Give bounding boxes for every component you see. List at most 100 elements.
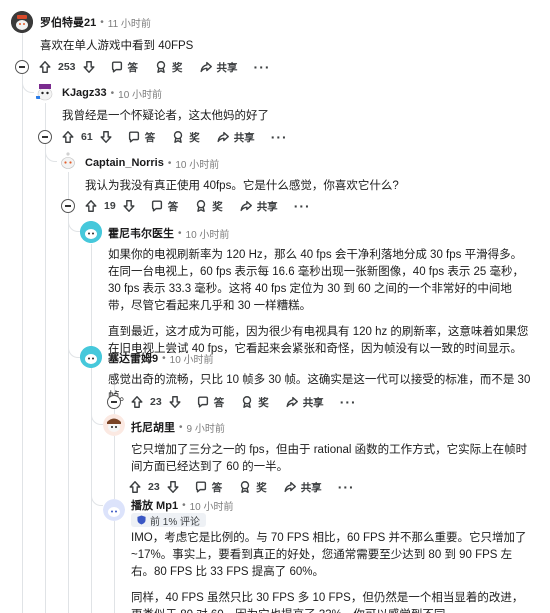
timestamp[interactable]: 10 小时前 (186, 226, 230, 241)
author-name[interactable]: 播放 Mp1 (131, 497, 178, 513)
avatar[interactable] (34, 81, 56, 103)
share-button[interactable]: 共享 (285, 395, 324, 410)
author-name[interactable]: 罗伯特曼21 (40, 14, 96, 30)
award-label: 奖 (256, 481, 267, 494)
comment-actions: 23 答 奖 共享 ··· (130, 392, 357, 412)
upvote-icon[interactable] (128, 480, 142, 494)
vote-group: 253 (38, 60, 96, 74)
vote-count: 23 (150, 396, 162, 408)
avatar[interactable] (103, 499, 125, 521)
award-icon (238, 480, 252, 494)
avatar[interactable] (57, 150, 79, 172)
share-icon (199, 60, 213, 74)
more-options-button[interactable]: ··· (338, 479, 355, 495)
timestamp[interactable]: 11 小时前 (108, 15, 151, 30)
reply-label: 答 (144, 131, 156, 144)
author-name[interactable]: 塞达雷姆9 (108, 350, 158, 366)
share-label: 共享 (216, 61, 238, 74)
avatar[interactable] (103, 414, 125, 436)
reply-button[interactable]: 答 (194, 480, 222, 495)
timestamp[interactable]: 10 小时前 (170, 351, 214, 366)
award-button[interactable]: 奖 (194, 199, 223, 214)
comment-paragraph: 它只增加了三分之一的 fps，但由于 rational 函数的工作方式，它实际上… (131, 444, 528, 473)
collapse-icon[interactable] (38, 130, 52, 144)
award-button[interactable]: 奖 (240, 395, 269, 410)
timestamp[interactable]: 10 小时前 (175, 156, 219, 171)
collapse-icon[interactable] (107, 395, 121, 409)
vote-count: 253 (58, 61, 76, 73)
separator-dot: • (100, 16, 104, 28)
comment-body: IMO，考虑它是比例的。与 70 FPS 相比，60 FPS 并不那么重要。它只… (131, 530, 531, 613)
timestamp[interactable]: 9 小时前 (187, 420, 225, 435)
thread-line[interactable] (68, 172, 69, 613)
award-label: 奖 (258, 396, 269, 409)
timestamp[interactable]: 10 小时前 (190, 498, 234, 513)
share-icon (216, 130, 230, 144)
reply-icon (150, 199, 164, 213)
award-icon (240, 395, 254, 409)
thread-line[interactable] (22, 33, 23, 613)
comment-body: 它只增加了三分之一的 fps，但由于 rational 函数的工作方式，它实际上… (131, 442, 531, 476)
top-commenter-badge: 前 1% 评论 (131, 513, 207, 528)
collapse-icon[interactable] (61, 199, 75, 213)
comment-meta: 塞达雷姆9 • 10 小时前 (108, 350, 214, 366)
separator-dot: • (162, 352, 166, 364)
thread-line[interactable] (45, 103, 46, 613)
reply-button[interactable]: 答 (150, 199, 178, 214)
comment-meta: 罗伯特曼21 • 11 小时前 (40, 14, 151, 30)
comment-paragraph: 我认为我没有真正使用 40fps。它是什么感觉，你喜欢它什么? (85, 180, 399, 192)
upvote-icon[interactable] (84, 199, 98, 213)
downvote-icon[interactable] (122, 199, 136, 213)
badge-label: 前 1% 评论 (150, 516, 201, 528)
share-button[interactable]: 共享 (239, 199, 278, 214)
author-name[interactable]: 托尼胡里 (131, 419, 175, 435)
avatar[interactable] (80, 221, 102, 243)
separator-dot: • (182, 499, 186, 511)
more-options-button[interactable]: ··· (294, 198, 311, 214)
share-icon (283, 480, 297, 494)
comment-paragraph: IMO，考虑它是比例的。与 70 FPS 相比，60 FPS 并不那么重要。它只… (131, 532, 527, 578)
award-button[interactable]: 奖 (171, 130, 200, 145)
share-button[interactable]: 共享 (283, 480, 322, 495)
upvote-icon[interactable] (38, 60, 52, 74)
reply-button[interactable]: 答 (127, 130, 156, 145)
author-name[interactable]: Captain_Norris (85, 157, 164, 169)
reply-icon (196, 395, 210, 409)
author-name[interactable]: 霍尼韦尔医生 (108, 225, 174, 241)
avatar[interactable] (80, 346, 102, 368)
thread-line[interactable] (91, 244, 92, 613)
collapse-icon[interactable] (15, 60, 29, 74)
reply-button[interactable]: 答 (110, 60, 138, 75)
award-button[interactable]: 奖 (154, 60, 183, 75)
downvote-icon[interactable] (168, 395, 182, 409)
share-icon (239, 199, 253, 213)
avatar[interactable] (11, 11, 33, 33)
upvote-icon[interactable] (130, 395, 144, 409)
comment-meta: 霍尼韦尔医生 • 10 小时前 (108, 225, 230, 241)
more-options-button[interactable]: ··· (340, 394, 357, 410)
share-button[interactable]: 共享 (199, 60, 238, 75)
snoo-avatar-icon (80, 346, 102, 368)
downvote-icon[interactable] (166, 480, 180, 494)
author-name[interactable]: KJagz33 (62, 87, 107, 99)
snoo-avatar-icon (57, 150, 79, 172)
award-label: 奖 (212, 200, 223, 213)
comment-actions: 23 答 奖 共享 ··· (128, 477, 355, 497)
share-label: 共享 (256, 200, 278, 213)
downvote-icon[interactable] (99, 130, 113, 144)
more-options-button[interactable]: ··· (254, 59, 271, 75)
share-label: 共享 (302, 396, 324, 409)
reply-button[interactable]: 答 (196, 395, 224, 410)
downvote-icon[interactable] (82, 60, 96, 74)
thread-branch (45, 152, 57, 162)
share-label: 共享 (300, 481, 322, 494)
more-options-button[interactable]: ··· (271, 129, 288, 145)
comment-body: 我曾经是一个怀疑论者，这太他妈的好了 (62, 108, 532, 125)
timestamp[interactable]: 10 小时前 (118, 86, 162, 101)
comment-meta: Captain_Norris • 10 小时前 (85, 156, 219, 171)
upvote-icon[interactable] (61, 130, 75, 144)
vote-count: 23 (148, 481, 160, 493)
thread-branch (22, 83, 34, 93)
award-button[interactable]: 奖 (238, 480, 267, 495)
share-button[interactable]: 共享 (216, 130, 255, 145)
